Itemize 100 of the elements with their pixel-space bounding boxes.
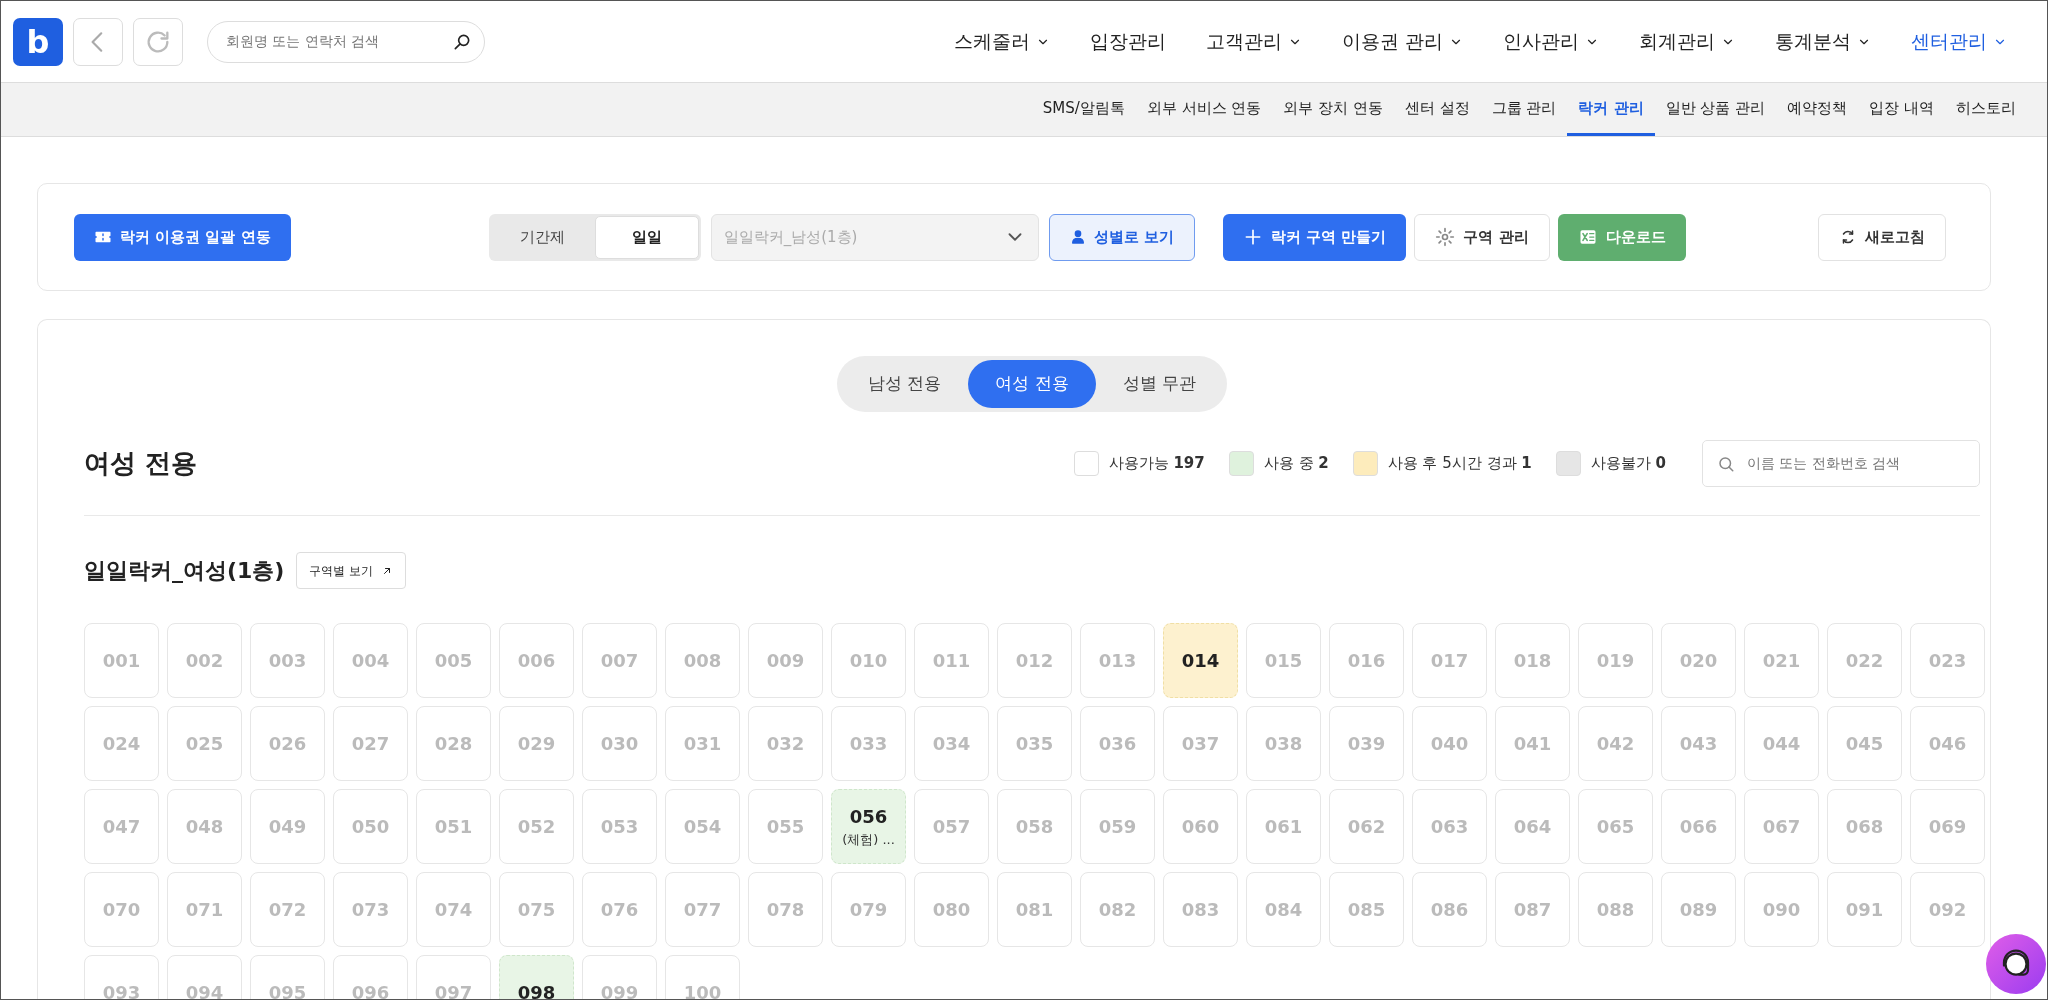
locker-tile[interactable]: 067 [1744, 789, 1819, 864]
locker-tile[interactable]: 044 [1744, 706, 1819, 781]
nav-menu-item[interactable]: 스케줄러 [933, 21, 1070, 62]
locker-tile[interactable]: 019 [1578, 623, 1653, 698]
locker-tile[interactable]: 080 [914, 872, 989, 947]
locker-tile[interactable]: 083 [1163, 872, 1238, 947]
locker-tile[interactable]: 043 [1661, 706, 1736, 781]
locker-tile[interactable]: 069 [1910, 789, 1985, 864]
locker-tile[interactable]: 053 [582, 789, 657, 864]
locker-tile[interactable]: 071 [167, 872, 242, 947]
locker-tile[interactable]: 032 [748, 706, 823, 781]
locker-tile[interactable]: 011 [914, 623, 989, 698]
locker-tile[interactable]: 025 [167, 706, 242, 781]
download-button[interactable]: 다운로드 [1557, 213, 1686, 261]
locker-tile[interactable]: 004 [333, 623, 408, 698]
locker-tile[interactable]: 086 [1412, 872, 1487, 947]
locker-tile[interactable]: 100 [665, 955, 740, 999]
locker-tile[interactable]: 020 [1661, 623, 1736, 698]
locker-tile[interactable]: 017 [1412, 623, 1487, 698]
nav-menu-item[interactable]: 입장관리 [1069, 21, 1186, 62]
locker-tile[interactable]: 098 [499, 955, 574, 999]
gender-tab[interactable]: 남성 전용 [840, 360, 969, 408]
locker-tile[interactable]: 040 [1412, 706, 1487, 781]
sub-nav-tab[interactable]: 예약정책 [1776, 83, 1859, 136]
sub-nav-tab[interactable]: 히스토리 [1945, 83, 2027, 136]
locker-tile[interactable]: 031 [665, 706, 740, 781]
locker-tile[interactable]: 029 [499, 706, 574, 781]
locker-tile[interactable]: 052 [499, 789, 574, 864]
locker-tile[interactable]: 076 [582, 872, 657, 947]
locker-tile[interactable]: 061 [1246, 789, 1321, 864]
logo[interactable]: b [13, 17, 63, 66]
nav-menu-item[interactable]: 통계분석 [1755, 21, 1891, 62]
locker-tile[interactable]: 066 [1661, 789, 1736, 864]
locker-tile[interactable]: 060 [1163, 789, 1238, 864]
locker-tile[interactable]: 054 [665, 789, 740, 864]
sub-nav-tab[interactable]: 외부 서비스 연동 [1135, 83, 1273, 136]
locker-tile[interactable]: 012 [997, 623, 1072, 698]
locker-tile[interactable]: 036 [1080, 706, 1155, 781]
locker-tile[interactable]: 074 [416, 872, 491, 947]
locker-tile[interactable]: 023 [1910, 623, 1985, 698]
locker-tile[interactable]: 015 [1246, 623, 1321, 698]
locker-tile[interactable]: 003 [250, 623, 325, 698]
locker-tile[interactable]: 026 [250, 706, 325, 781]
zone-view-button[interactable]: 구역별 보기 [296, 552, 407, 589]
locker-tile[interactable]: 062 [1329, 789, 1404, 864]
locker-tile[interactable]: 024 [84, 706, 159, 781]
locker-tile[interactable]: 035 [997, 706, 1072, 781]
nav-menu-item[interactable]: 센터관리 [1891, 21, 2027, 62]
gender-view-button[interactable]: 성별로 보기 [1048, 213, 1195, 261]
locker-tile[interactable]: 021 [1744, 623, 1819, 698]
nav-menu-item[interactable]: 인사관리 [1483, 21, 1619, 62]
locker-tile[interactable]: 097 [416, 955, 491, 999]
locker-tile[interactable]: 051 [416, 789, 491, 864]
zone-settings-button[interactable]: 구역 관리 [1414, 213, 1550, 261]
locker-tile[interactable]: 075 [499, 872, 574, 947]
sub-nav-tab[interactable]: 입장 내역 [1858, 83, 1945, 136]
create-zone-button[interactable]: 락커 구역 만들기 [1222, 213, 1407, 261]
locker-tile[interactable]: 018 [1495, 623, 1570, 698]
nav-menu-item[interactable]: 회계관리 [1619, 21, 1755, 62]
locker-tile[interactable]: 084 [1246, 872, 1321, 947]
back-button[interactable] [73, 17, 123, 66]
locker-tile[interactable]: 010 [831, 623, 906, 698]
locker-tile[interactable]: 048 [167, 789, 242, 864]
locker-tile[interactable]: 096 [333, 955, 408, 999]
locker-tile[interactable]: 065 [1578, 789, 1653, 864]
locker-tile[interactable]: 037 [1163, 706, 1238, 781]
sub-nav-tab[interactable]: 외부 장치 연동 [1272, 83, 1394, 136]
locker-tile[interactable]: 007 [582, 623, 657, 698]
locker-tile[interactable]: 022 [1827, 623, 1902, 698]
sub-nav-tab[interactable]: 그룹 관리 [1480, 83, 1568, 136]
locker-tile[interactable]: 078 [748, 872, 823, 947]
reload-button[interactable] [133, 17, 183, 66]
locker-tile[interactable]: 081 [997, 872, 1072, 947]
locker-tile[interactable]: 088 [1578, 872, 1653, 947]
locker-tile[interactable]: 099 [582, 955, 657, 999]
locker-tile[interactable]: 030 [582, 706, 657, 781]
locker-tile[interactable]: 045 [1827, 706, 1902, 781]
sub-nav-tab[interactable]: SMS/알림톡 [1031, 83, 1136, 136]
locker-tile[interactable]: 082 [1080, 872, 1155, 947]
sub-nav-tab[interactable]: 센터 설정 [1393, 83, 1481, 136]
locker-tile[interactable]: 072 [250, 872, 325, 947]
nav-menu-item[interactable]: 이용권 관리 [1321, 21, 1483, 62]
locker-tile[interactable]: 057 [914, 789, 989, 864]
locker-tile[interactable]: 005 [416, 623, 491, 698]
locker-tile[interactable]: 009 [748, 623, 823, 698]
refresh-button[interactable]: 새로고침 [1818, 213, 1946, 261]
locker-tile[interactable]: 046 [1910, 706, 1985, 781]
locker-tile[interactable]: 008 [665, 623, 740, 698]
nav-menu-item[interactable]: 고객관리 [1185, 21, 1322, 62]
locker-tile[interactable]: 095 [250, 955, 325, 999]
locker-tile[interactable]: 042 [1578, 706, 1653, 781]
locker-tile[interactable]: 089 [1661, 872, 1736, 947]
locker-tile[interactable]: 070 [84, 872, 159, 947]
locker-tile[interactable]: 092 [1910, 872, 1985, 947]
locker-tile[interactable]: 041 [1495, 706, 1570, 781]
locker-tile[interactable]: 047 [84, 789, 159, 864]
locker-tile[interactable]: 085 [1329, 872, 1404, 947]
locker-tile[interactable]: 063 [1412, 789, 1487, 864]
locker-tile[interactable]: 034 [914, 706, 989, 781]
locker-tile[interactable]: 039 [1329, 706, 1404, 781]
